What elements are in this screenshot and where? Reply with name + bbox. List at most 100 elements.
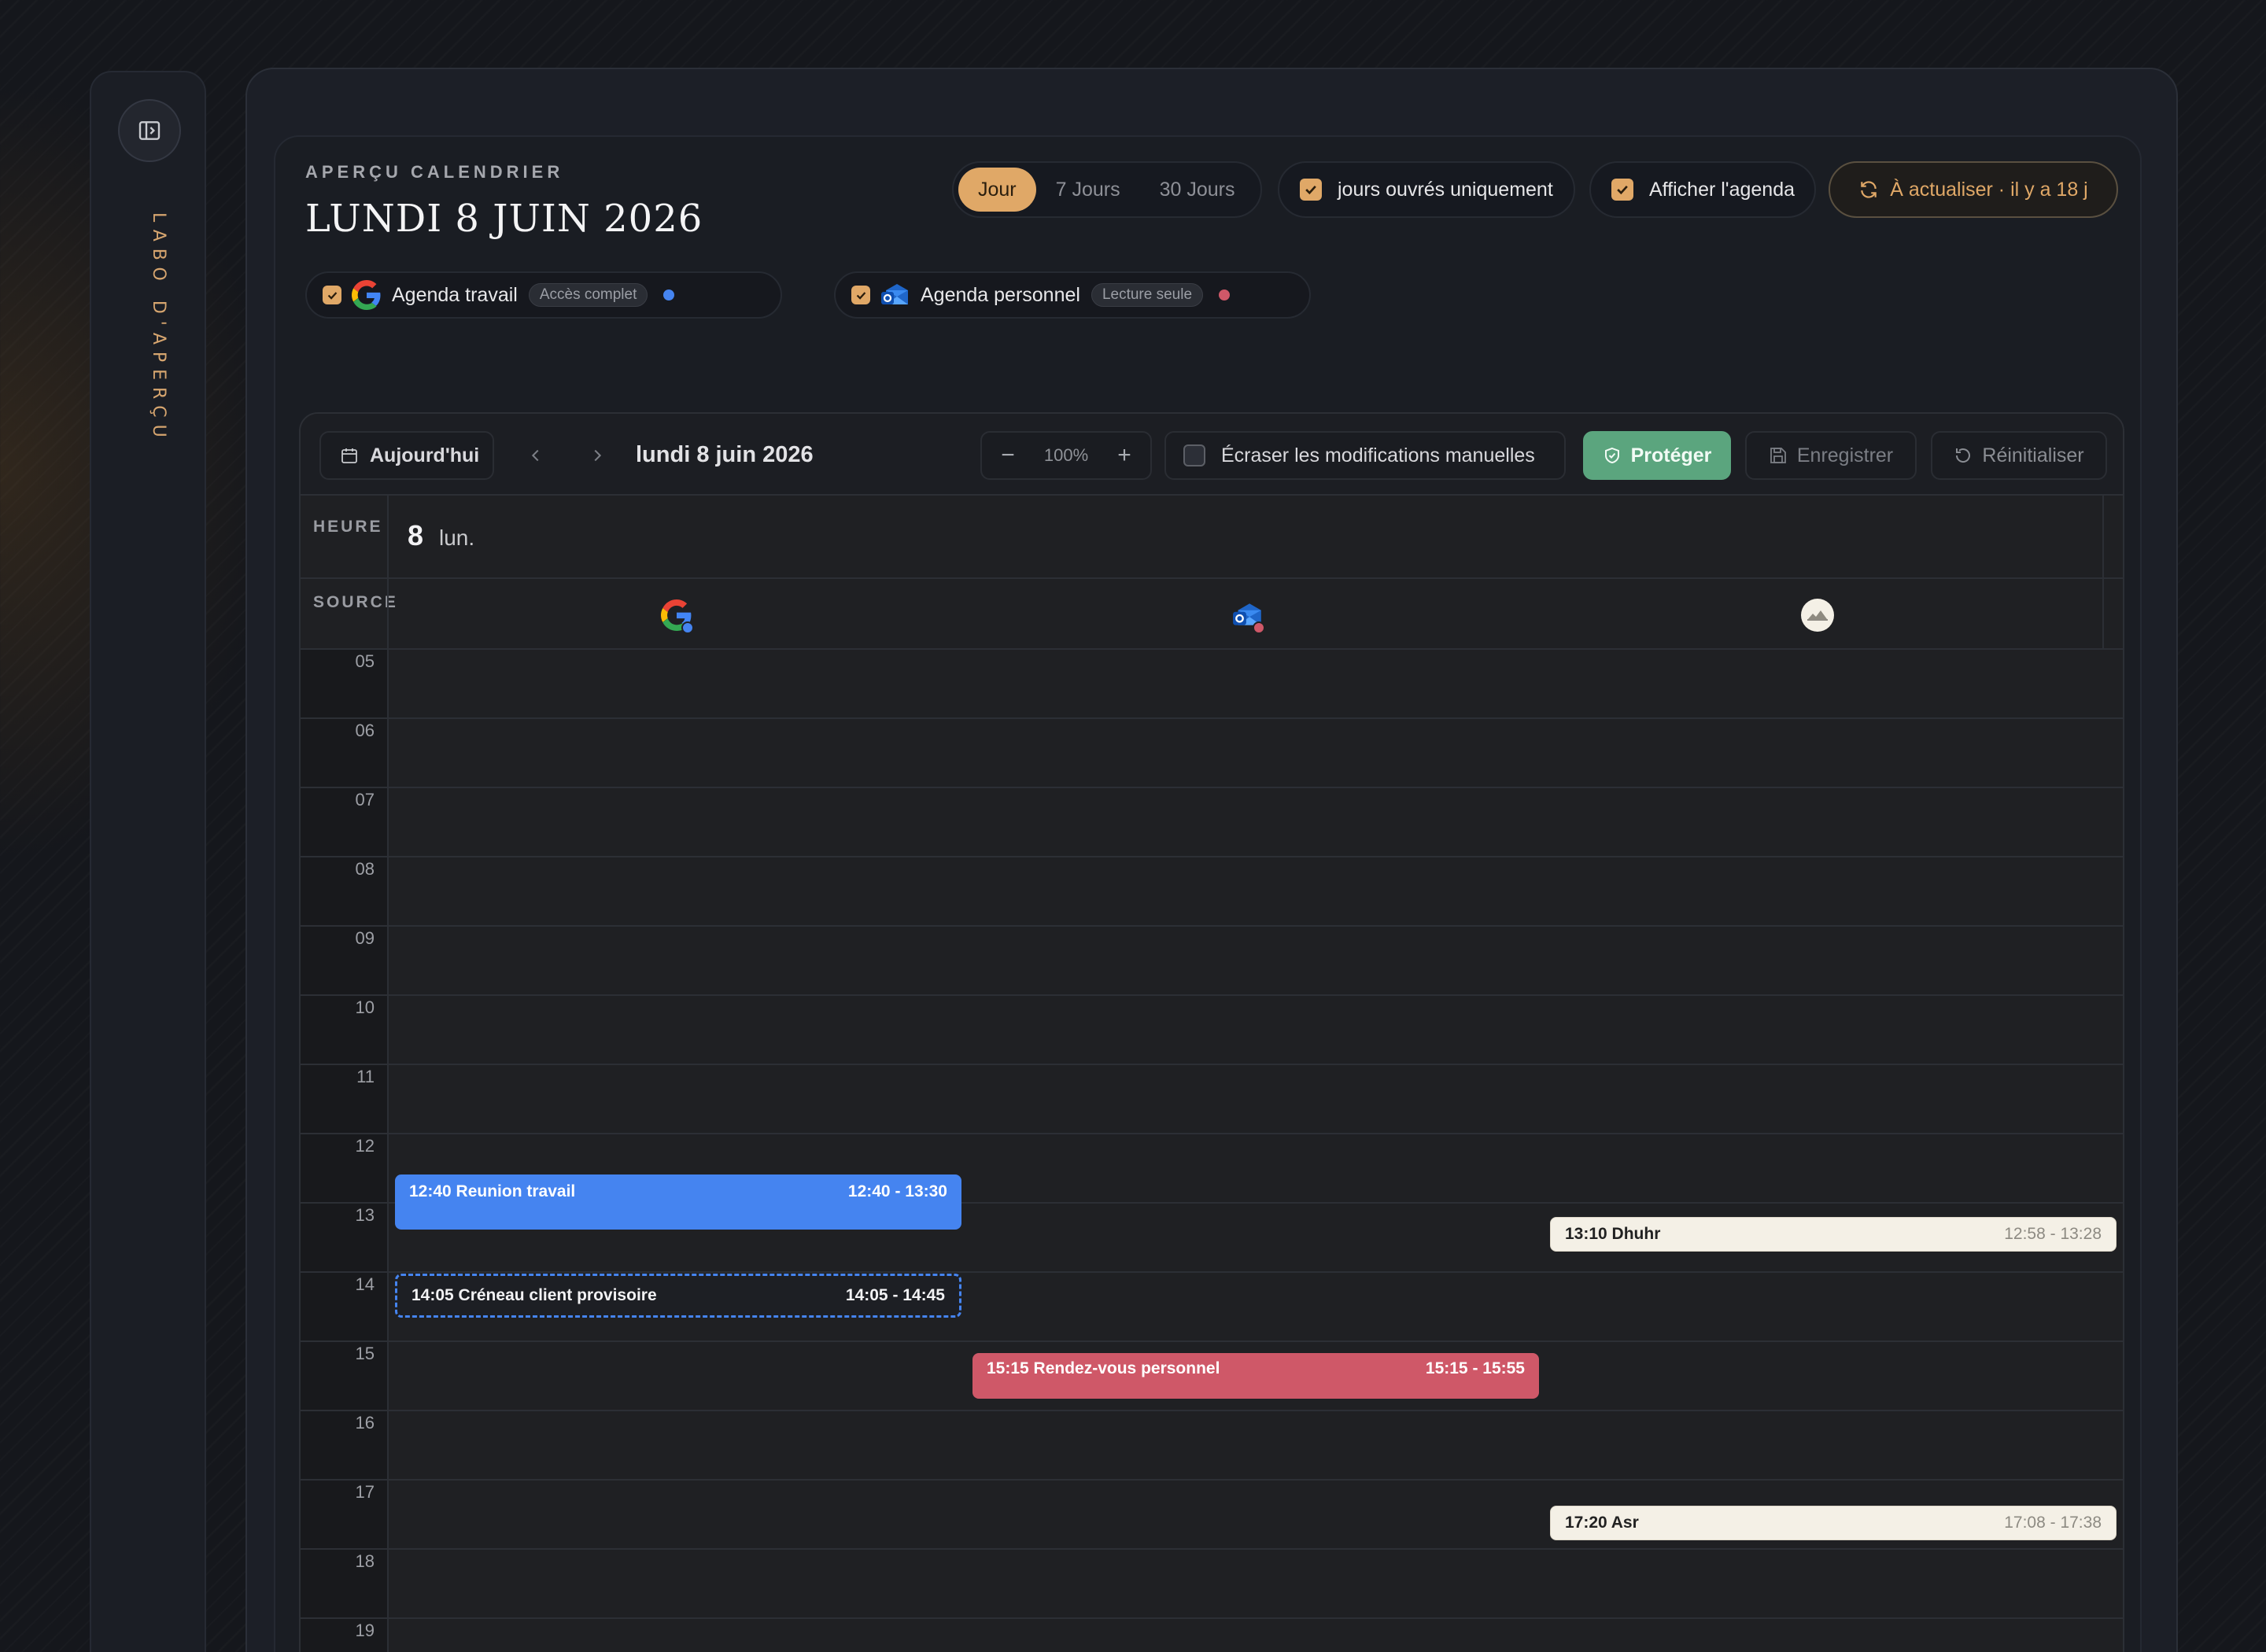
hour-label: 10 — [355, 997, 375, 1017]
previous-day-button[interactable] — [518, 437, 554, 474]
source-outlook-icon — [1229, 596, 1267, 634]
today-label: Aujourd'hui — [370, 444, 480, 466]
hour-label: 17 — [355, 1482, 375, 1502]
today-button[interactable]: Aujourd'hui — [319, 431, 494, 480]
view-30-days-tab[interactable]: 30 Jours — [1140, 168, 1255, 212]
save-label: Enregistrer — [1796, 444, 1894, 466]
zoom-control: − 100% + — [980, 431, 1152, 480]
hour-row[interactable]: 05 — [301, 650, 2123, 719]
zoom-value: 100% — [1043, 445, 1089, 465]
hour-label: 12 — [355, 1136, 375, 1156]
page-title: LUNDI 8 JUIN 2026 — [305, 197, 703, 241]
chevron-left-icon — [531, 449, 539, 462]
source-prayer-times-icon — [1799, 596, 1836, 634]
page-eyebrow: APERÇU CALENDRIER — [305, 162, 564, 182]
hour-row[interactable]: 16 — [301, 1411, 2123, 1481]
hour-label: 06 — [355, 721, 375, 740]
calendar-icon — [341, 448, 357, 463]
save-button[interactable]: Enregistrer — [1745, 431, 1917, 480]
floppy-disk-icon — [1770, 448, 1786, 463]
event-title: 13:10 Dhuhr — [1565, 1225, 1661, 1244]
next-day-button[interactable] — [579, 437, 615, 474]
hour-label: 14 — [355, 1274, 375, 1294]
overwrite-checkbox[interactable] — [1183, 444, 1205, 466]
view-day-tab[interactable]: Jour — [958, 168, 1036, 212]
event-title: 17:20 Asr — [1565, 1513, 1639, 1532]
hour-label: 05 — [355, 651, 375, 671]
zoom-out-button[interactable]: − — [996, 442, 1020, 469]
hour-row[interactable]: 08 — [301, 857, 2123, 927]
calendar-view: Aujourd'hui lundi 8 juin 2026 − 100% + É… — [299, 412, 2124, 1652]
check-icon — [1617, 185, 1628, 195]
hour-row[interactable]: 18 — [301, 1550, 2123, 1619]
source-work-name: Agenda travail — [392, 283, 518, 306]
reset-label: Réinitialiser — [1982, 444, 2084, 466]
sidebar-toggle-icon — [138, 121, 161, 140]
hour-label: 07 — [355, 790, 375, 809]
overwrite-manual-toggle[interactable]: Écraser les modifications manuelles — [1164, 431, 1566, 480]
refresh-icon — [1861, 181, 1877, 198]
day-number: 8 — [408, 519, 424, 551]
hour-row[interactable]: 09 — [301, 927, 2123, 996]
chevron-right-icon — [594, 449, 602, 462]
workdays-only-toggle[interactable]: jours ouvrés uniquement — [1278, 161, 1575, 218]
source-personal-checkbox[interactable] — [851, 286, 870, 304]
event-time: 15:15 - 15:55 — [1425, 1359, 1525, 1377]
check-icon — [856, 291, 865, 300]
calendar-event[interactable]: 17:20 Asr 17:08 - 17:38 — [1550, 1505, 2117, 1540]
hour-row[interactable]: 11 — [301, 1065, 2123, 1134]
outlook-icon — [880, 279, 911, 311]
column-divider — [387, 579, 389, 648]
event-time: 12:58 - 13:28 — [2004, 1225, 2102, 1244]
refresh-button[interactable]: À actualiser · il y a 18 j — [1829, 161, 2118, 218]
sidebar: LABO D'APERÇU — [90, 71, 206, 1652]
calendar-event[interactable]: 15:15 Rendez-vous personnel 15:15 - 15:55 — [972, 1353, 1539, 1399]
shield-check-icon — [1604, 447, 1619, 464]
hour-label: 15 — [355, 1344, 375, 1363]
zoom-in-button[interactable]: + — [1113, 442, 1136, 469]
source-work-badge: Accès complet — [528, 283, 648, 307]
calendar-event[interactable]: 12:40 Reunion travail 12:40 - 13:30 — [395, 1174, 961, 1230]
sidebar-title: LABO D'APERÇU — [149, 212, 168, 444]
event-time: 12:40 - 13:30 — [847, 1182, 947, 1200]
source-personal-calendar[interactable]: Agenda personnel Lecture seule — [834, 271, 1311, 319]
column-divider — [387, 496, 389, 577]
current-date-label: lundi 8 juin 2026 — [636, 442, 814, 467]
view-7-days-tab[interactable]: 7 Jours — [1036, 168, 1140, 212]
hour-row[interactable]: 07 — [301, 788, 2123, 857]
check-icon — [327, 291, 337, 300]
source-personal-name: Agenda personnel — [921, 283, 1080, 306]
source-header-row: SOURCE — [301, 579, 2123, 650]
source-work-checkbox[interactable] — [323, 286, 341, 304]
check-icon — [1305, 185, 1316, 195]
show-agenda-toggle[interactable]: Afficher l'agenda — [1589, 161, 1816, 218]
hour-label: 13 — [355, 1205, 375, 1225]
hour-label: 11 — [356, 1067, 375, 1086]
event-title: 14:05 Créneau client provisoire — [411, 1286, 657, 1305]
hour-row[interactable]: 10 — [301, 996, 2123, 1065]
view-switcher: Jour 7 Jours 30 Jours — [952, 161, 1262, 218]
sidebar-toggle-button[interactable] — [118, 99, 181, 162]
show-agenda-label: Afficher l'agenda — [1649, 178, 1795, 201]
event-title: 15:15 Rendez-vous personnel — [987, 1359, 1220, 1377]
source-personal-color-dot — [1219, 289, 1231, 301]
reset-button[interactable]: Réinitialiser — [1931, 431, 2107, 480]
event-time: 14:05 - 14:45 — [845, 1286, 945, 1305]
hour-label: 16 — [355, 1413, 375, 1433]
calendar-toolbar: Aujourd'hui lundi 8 juin 2026 − 100% + É… — [301, 414, 2123, 496]
day-name: lun. — [439, 525, 475, 550]
event-title: 12:40 Reunion travail — [409, 1182, 576, 1200]
reset-icon — [1956, 448, 1971, 463]
source-work-calendar[interactable]: Agenda travail Accès complet — [305, 271, 782, 319]
calendar-event[interactable]: 14:05 Créneau client provisoire 14:05 - 1… — [395, 1274, 961, 1318]
protect-button[interactable]: Protéger — [1583, 431, 1731, 480]
show-agenda-checkbox[interactable] — [1611, 179, 1633, 201]
refresh-label: À actualiser · il y a 18 j — [1890, 178, 2088, 201]
overwrite-label: Écraser les modifications manuelles — [1221, 444, 1535, 466]
hour-row[interactable]: 06 — [301, 719, 2123, 788]
workdays-checkbox[interactable] — [1300, 179, 1322, 201]
calendar-event[interactable]: 13:10 Dhuhr 12:58 - 13:28 — [1550, 1217, 2117, 1252]
event-time: 17:08 - 17:38 — [2004, 1513, 2102, 1532]
hour-row[interactable]: 19 — [301, 1619, 2123, 1652]
protect-label: Protéger — [1630, 444, 1712, 466]
